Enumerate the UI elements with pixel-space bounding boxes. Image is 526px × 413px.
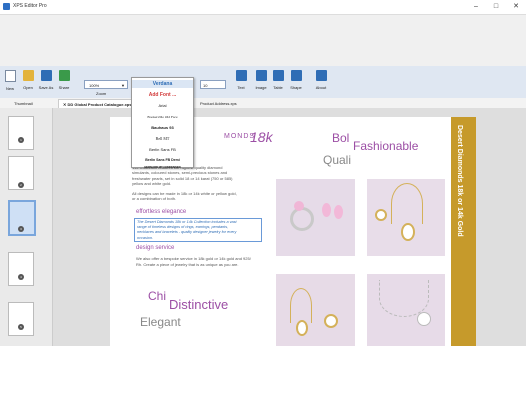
- image-icon: [255, 70, 267, 81]
- thumbnail-panel: 1 2 3 4 5: [0, 108, 53, 346]
- table-icon: [272, 70, 284, 81]
- jewelry-photo-ring: [276, 179, 355, 256]
- app-icon: [3, 3, 10, 10]
- share-button[interactable]: Share: [56, 68, 72, 94]
- tab-thumbnail[interactable]: Thumbnail: [10, 99, 37, 108]
- chevron-down-icon: ▼: [121, 83, 125, 88]
- share-icon: [58, 70, 70, 81]
- jewelry-photo-pendant: [367, 179, 445, 256]
- app-window: XPS Editor Pro – □ ✕ New Open Save As Sh…: [0, 0, 526, 346]
- font-option-arial[interactable]: Arial: [132, 102, 193, 110]
- page-number: 2: [18, 182, 24, 188]
- elegant-word: Elegant: [140, 315, 181, 329]
- distinctive-word: Distinctive: [169, 297, 229, 312]
- jewelry-photo-necklace: [367, 274, 445, 346]
- new-button[interactable]: New: [2, 68, 18, 94]
- text-icon: [235, 70, 247, 81]
- diamonds-18k: 18k: [250, 129, 273, 145]
- zoom-select[interactable]: 100% ▼: [84, 80, 128, 89]
- desktop-background: [0, 346, 526, 413]
- font-option-berlin-demi[interactable]: Berlin Sans FB Demi: [132, 156, 193, 164]
- table-button[interactable]: Table: [270, 68, 286, 94]
- font-option-berlin[interactable]: Berlin Sans FB: [132, 146, 193, 154]
- shape-button[interactable]: Shape: [288, 68, 304, 94]
- title-bar: XPS Editor Pro – □ ✕: [0, 0, 526, 15]
- font-option-bernard[interactable]: BERNARD MT CONDENSED: [132, 164, 193, 170]
- page-number: 5: [18, 324, 24, 330]
- bol-word: Bol: [332, 131, 350, 145]
- new-icon: [4, 70, 16, 82]
- minimize-button[interactable]: –: [466, 0, 486, 14]
- ribbon-toolbar: New Open Save As Share Text Image Table …: [0, 66, 526, 99]
- side-banner: Desert Diamonds 18k or 14k Gold: [451, 117, 476, 346]
- maximize-button[interactable]: □: [486, 0, 506, 14]
- chi-word: Chi: [148, 289, 167, 303]
- save-as-icon: [40, 70, 52, 81]
- image-button[interactable]: Image: [253, 68, 269, 94]
- page-number: 1: [18, 137, 24, 143]
- font-option-bauhaus[interactable]: Bauhaus 93: [132, 124, 193, 132]
- elegance-text-box[interactable]: The Desert Diamonds 18k or 14k Collectio…: [134, 218, 262, 242]
- text-button[interactable]: Text: [233, 68, 249, 94]
- close-button[interactable]: ✕: [506, 0, 526, 14]
- font-option-verdana[interactable]: Verdana: [132, 80, 193, 88]
- font-size-select[interactable]: 10: [200, 80, 226, 89]
- add-font-option[interactable]: Add Font ...: [132, 91, 193, 99]
- about-button[interactable]: About: [313, 68, 329, 94]
- fashionable-word: Fashionable: [353, 139, 419, 153]
- page-number: 4: [18, 274, 24, 280]
- about-icon: [315, 70, 327, 81]
- tab-address[interactable]: Product Address.xps: [196, 99, 241, 108]
- save-as-button[interactable]: Save As: [38, 68, 54, 94]
- page-number: 3: [18, 226, 24, 232]
- jewelry-photo-earrings: [276, 274, 355, 346]
- font-family-dropdown[interactable]: Verdana Add Font ... Arial Bookerville O…: [131, 77, 194, 170]
- thumbnail-page[interactable]: [8, 252, 34, 286]
- open-icon: [22, 70, 34, 81]
- font-option-bookerville[interactable]: Bookerville Old Face: [132, 113, 193, 121]
- thumbnail-page[interactable]: [8, 302, 34, 336]
- zoom-label: Zoom: [96, 91, 107, 96]
- elegance-heading: effortless elegance: [136, 209, 187, 215]
- quali-word: Quali: [323, 153, 352, 167]
- font-option-bell[interactable]: Bell MT: [132, 135, 193, 143]
- design-heading: design service: [136, 245, 175, 251]
- window-title: XPS Editor Pro: [13, 3, 47, 9]
- design-paragraph: We also offer a bespoke service in 18k g…: [136, 256, 251, 267]
- shape-icon: [290, 70, 302, 81]
- thumbnail-page[interactable]: [8, 116, 34, 150]
- open-button[interactable]: Open: [20, 68, 36, 94]
